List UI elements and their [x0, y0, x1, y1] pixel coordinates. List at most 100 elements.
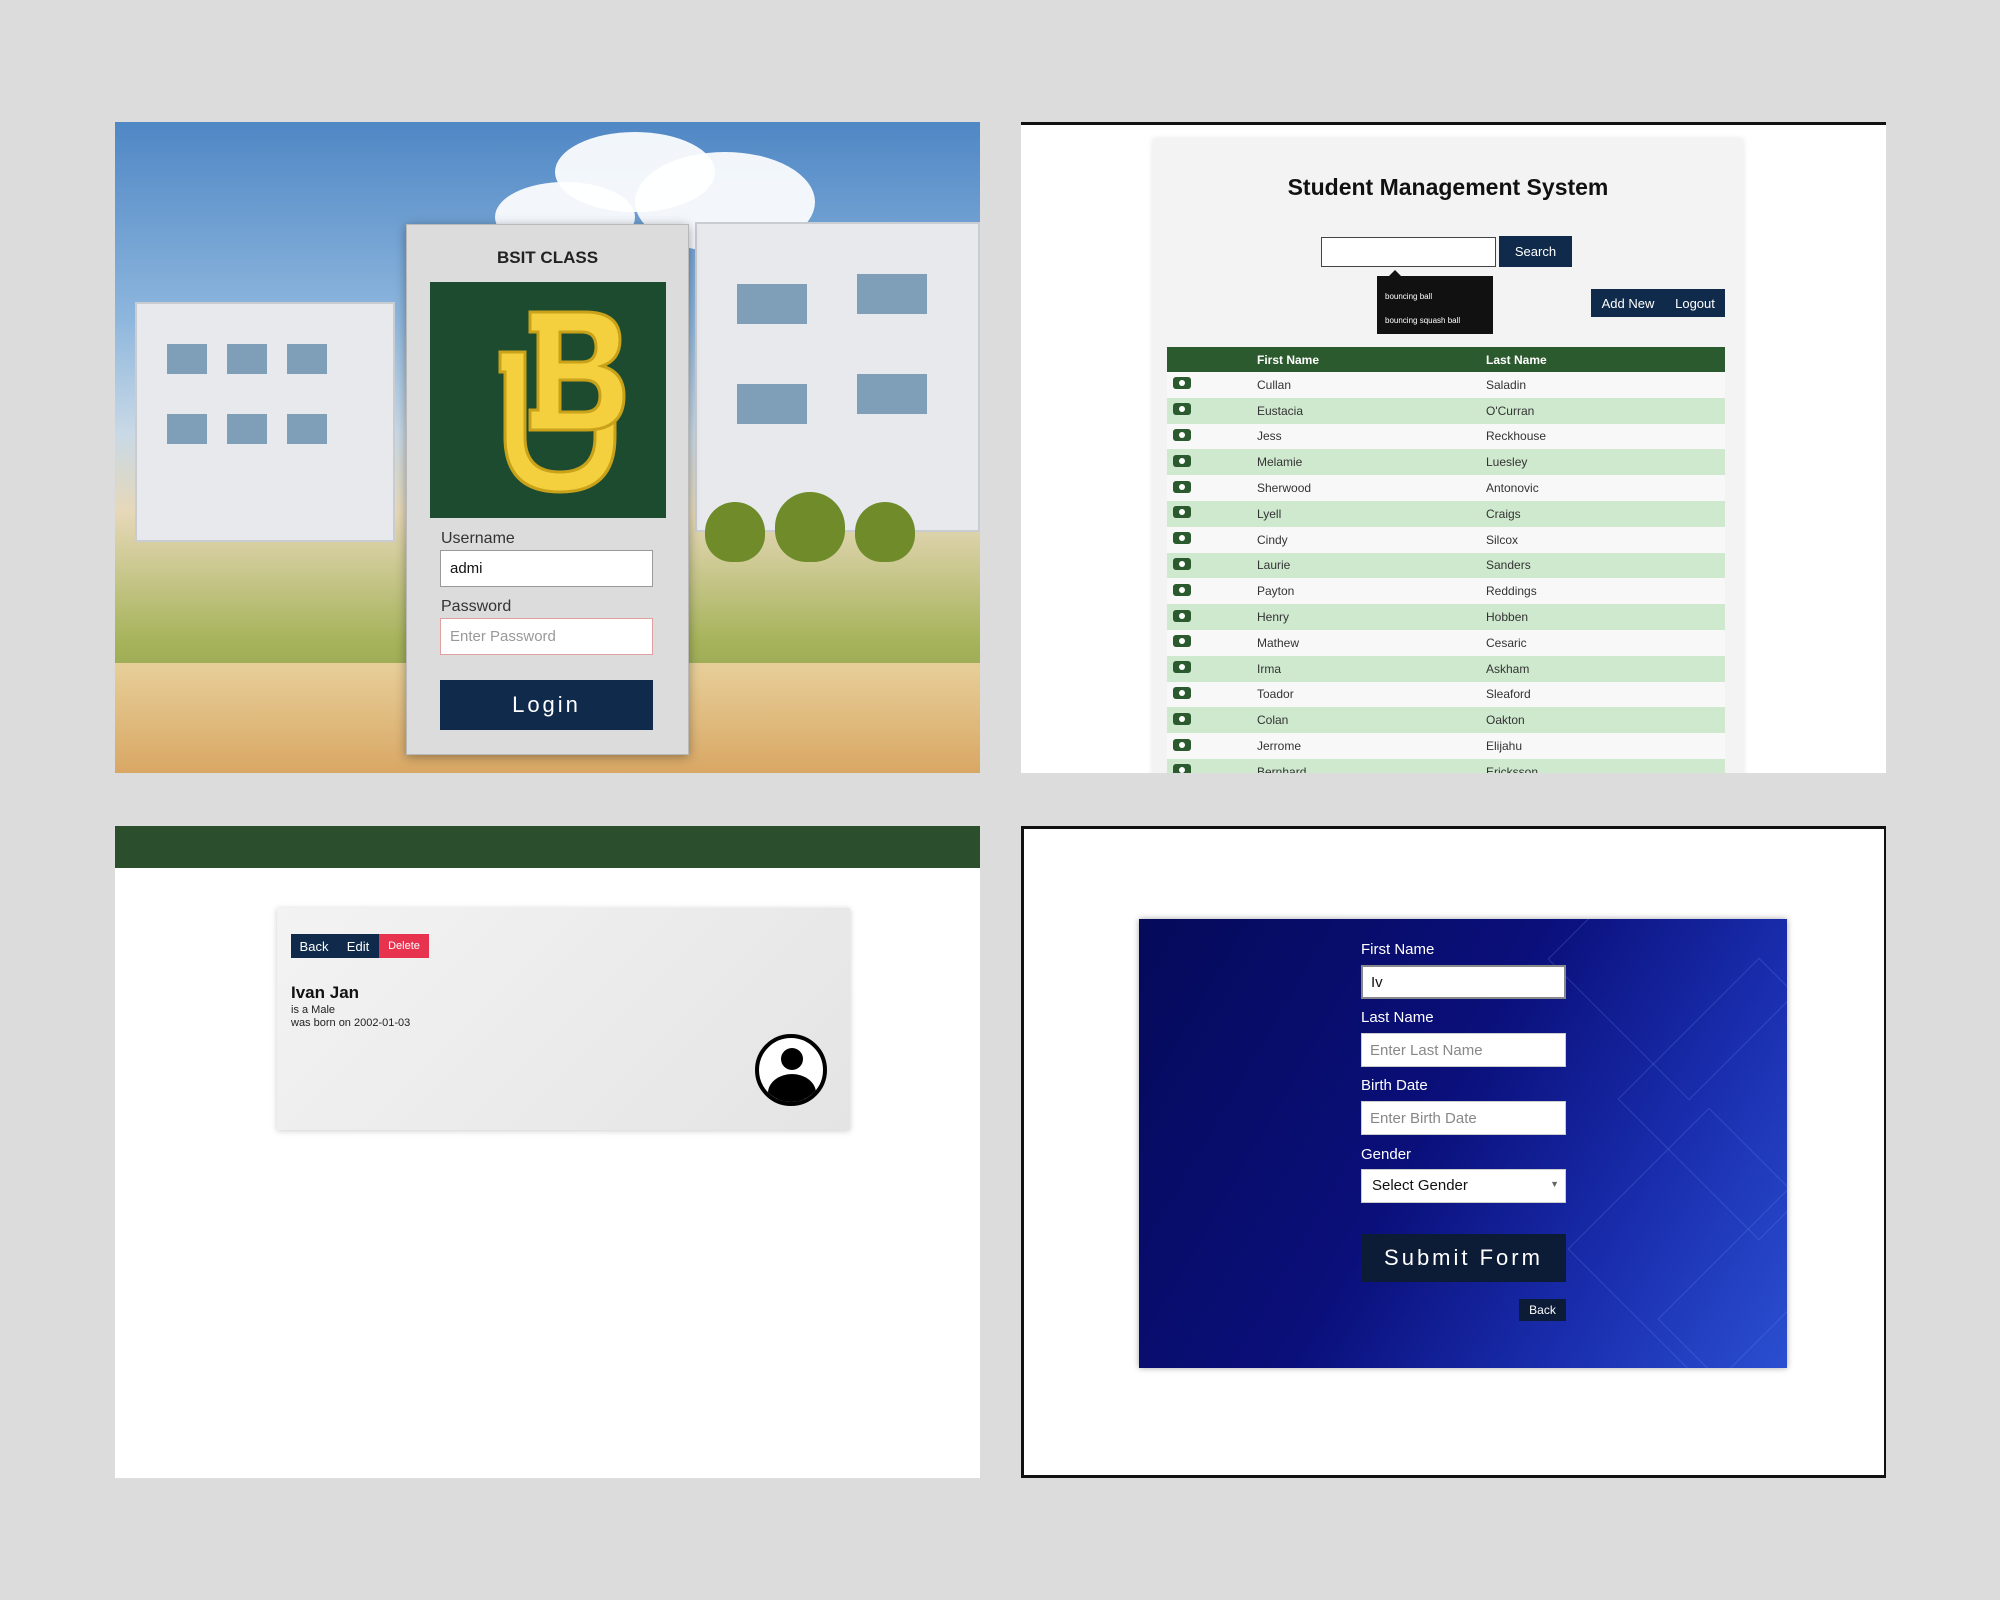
search-input[interactable] [1321, 237, 1496, 267]
view-cell [1167, 475, 1251, 501]
username-input[interactable] [440, 550, 653, 587]
student-gender: is a Male [291, 1004, 336, 1016]
login-screen: BSIT CLASS Username Password Login [115, 122, 980, 773]
table-row: Irma Askham [1167, 655, 1725, 682]
last-name-cell: Craigs [1480, 500, 1725, 527]
student-list-card: Student Management System Search bouncin… [1153, 139, 1743, 773]
first-name-cell: Cindy [1251, 526, 1480, 553]
view-cell [1167, 604, 1251, 630]
eye-icon[interactable] [1173, 506, 1191, 519]
table-row: Eustacia O'Curran [1167, 397, 1725, 424]
last-name-cell: Reddings [1480, 578, 1725, 605]
eye-icon[interactable] [1173, 428, 1191, 441]
password-label: Password [441, 598, 512, 615]
first-name-cell: Colan [1251, 707, 1480, 734]
eye-icon[interactable] [1173, 609, 1191, 622]
column-header: First Name [1251, 347, 1480, 372]
eye-icon[interactable] [1173, 557, 1191, 570]
student-detail-card: Back Edit Delete Ivan Jan is a Male was … [277, 908, 850, 1130]
view-cell [1167, 500, 1251, 527]
first-name-cell: Laurie [1251, 552, 1480, 579]
eye-icon[interactable] [1173, 712, 1191, 725]
table-row: Cindy Silcox [1167, 526, 1725, 553]
student-list-screen: Student Management System Search bouncin… [1021, 122, 1886, 773]
school-logo [430, 282, 666, 518]
first-name-label: First Name [1361, 941, 1435, 958]
eye-icon[interactable] [1173, 377, 1191, 390]
last-name-cell: O'Curran [1480, 397, 1725, 424]
password-input[interactable] [440, 618, 653, 655]
view-cell [1167, 733, 1251, 759]
last-name-cell: Antonovic [1480, 475, 1725, 501]
back-button[interactable]: Back [291, 934, 337, 958]
first-name-cell: Sherwood [1251, 475, 1480, 501]
view-cell [1167, 578, 1251, 605]
view-cell [1167, 372, 1251, 398]
edit-button[interactable]: Edit [337, 934, 379, 958]
table-row: Toador Sleaford [1167, 681, 1725, 708]
school-building-left [135, 302, 395, 542]
eye-icon[interactable] [1173, 686, 1191, 699]
last-name-cell: Askham [1480, 655, 1725, 682]
school-building-right [695, 222, 980, 532]
table-row: Payton Reddings [1167, 578, 1725, 605]
student-name: Ivan Jan [291, 983, 360, 1002]
tree [855, 502, 915, 562]
table-row: Jerrome Elijahu [1167, 733, 1725, 759]
column-header: Last Name [1480, 347, 1725, 372]
first-name-cell: Henry [1251, 604, 1480, 630]
first-name-cell: Bernhard [1251, 758, 1480, 773]
add-new-button[interactable]: Add New [1591, 289, 1665, 317]
view-cell [1167, 397, 1251, 424]
delete-button[interactable]: Delete [379, 934, 429, 958]
username-label: Username [441, 530, 515, 547]
table-header-row: First Name Last Name [1167, 347, 1725, 372]
user-avatar-icon [755, 1034, 827, 1106]
first-name-cell: Eustacia [1251, 397, 1480, 424]
first-name-input[interactable] [1361, 965, 1566, 999]
autocomplete-dropdown: bouncing ball bouncing squash ball [1377, 270, 1493, 334]
first-name-cell: Jess [1251, 423, 1480, 450]
last-name-cell: Sleaford [1480, 681, 1725, 708]
suggestion-item[interactable]: bouncing ball [1385, 283, 1485, 310]
first-name-cell: Irma [1251, 655, 1480, 682]
birth-date-label: Birth Date [1361, 1077, 1428, 1094]
eye-icon[interactable] [1173, 661, 1191, 674]
view-cell [1167, 681, 1251, 708]
table-row: Laurie Sanders [1167, 552, 1725, 579]
first-name-cell: Lyell [1251, 500, 1480, 527]
table-row: Bernhard Ericksson [1167, 758, 1725, 773]
eye-icon[interactable] [1173, 764, 1191, 773]
first-name-cell: Toador [1251, 681, 1480, 708]
last-name-cell: Saladin [1480, 372, 1725, 398]
table-row: Henry Hobben [1167, 604, 1725, 630]
eye-icon[interactable] [1173, 480, 1191, 493]
eye-icon[interactable] [1173, 454, 1191, 467]
table-row: Jess Reckhouse [1167, 423, 1725, 450]
birth-date-input[interactable] [1361, 1101, 1566, 1135]
gender-select[interactable]: Select Gender ▼ [1361, 1169, 1566, 1203]
last-name-cell: Sanders [1480, 552, 1725, 579]
eye-icon[interactable] [1173, 738, 1191, 751]
view-cell [1167, 526, 1251, 553]
last-name-cell: Silcox [1480, 526, 1725, 553]
eye-icon[interactable] [1173, 532, 1191, 545]
logout-button[interactable]: Logout [1665, 289, 1725, 317]
add-student-screen: First Name Last Name Birth Date Gender S… [1021, 826, 1886, 1478]
eye-icon[interactable] [1173, 635, 1191, 648]
back-button[interactable]: Back [1519, 1299, 1566, 1321]
submit-form-button[interactable]: Submit Form [1361, 1234, 1566, 1282]
table-row: Mathew Cesaric [1167, 629, 1725, 656]
search-button[interactable]: Search [1499, 236, 1572, 267]
tree [775, 492, 845, 562]
login-button[interactable]: Login [440, 680, 653, 730]
suggestion-item[interactable]: bouncing squash ball [1385, 307, 1485, 334]
table-row: Sherwood Antonovic [1167, 475, 1725, 501]
view-cell [1167, 423, 1251, 450]
last-name-input[interactable] [1361, 1033, 1566, 1067]
first-name-cell: Jerrome [1251, 733, 1480, 759]
last-name-cell: Reckhouse [1480, 423, 1725, 450]
eye-icon[interactable] [1173, 403, 1191, 416]
eye-icon[interactable] [1173, 583, 1191, 596]
tree [705, 502, 765, 562]
